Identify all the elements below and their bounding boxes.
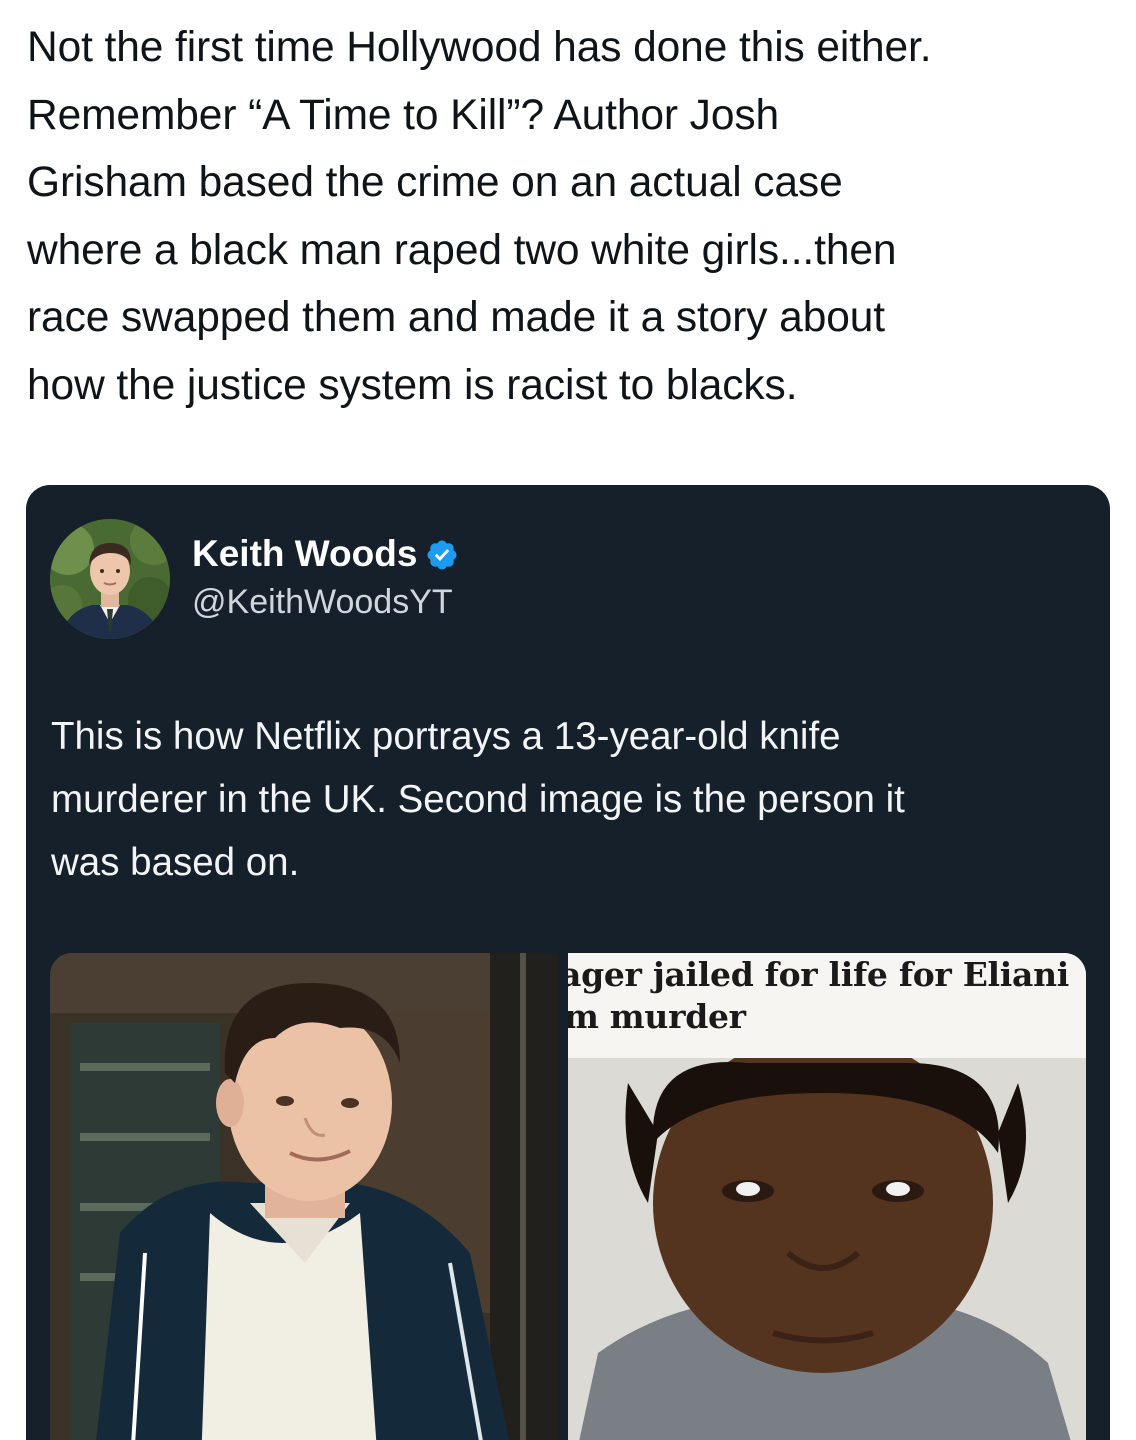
author-name[interactable]: Keith Woods [192, 533, 417, 575]
screenshot-page: Not the first time Hollywood has done th… [0, 0, 1136, 1440]
quoted-text-line: This is how Netflix portrays a 13-year-o… [51, 715, 841, 758]
author-handle[interactable]: @KeithWoodsYT [192, 583, 453, 622]
author-avatar[interactable] [50, 519, 170, 639]
media-image-netflix-still[interactable] [50, 953, 558, 1440]
quoted-tweet-card[interactable]: Keith Woods @KeithWoodsYT This is how Ne… [26, 485, 1110, 1440]
post-text-line: Not the first time Hollywood has done th… [27, 24, 932, 71]
news-headline-strip: ager jailed for life for Eliani m murder [568, 953, 1086, 1058]
author-name-row[interactable]: Keith Woods [192, 529, 459, 579]
post-text-line: Remember “A Time to Kill”? Author Josh [27, 91, 780, 139]
verified-badge-icon [427, 540, 457, 570]
netflix-still-photo [50, 953, 558, 1440]
media-image-news-article[interactable]: ager jailed for life for Eliani m murder [568, 953, 1086, 1440]
quoted-text-line: was based on. [51, 841, 300, 884]
post-text-line: how the justice system is racist to blac… [27, 361, 798, 409]
post-text-line: Grisham based the crime on an actual cas… [27, 159, 843, 206]
post-text-line: race swapped them and made it a story ab… [27, 294, 886, 341]
quoted-tweet-text: This is how Netflix portrays a 13-year-o… [51, 705, 1091, 894]
quoted-text-line: murderer in the UK. Second image is the … [51, 778, 905, 821]
news-headline-line: ager jailed for life for Eliani [568, 955, 1070, 994]
avatar-photo [50, 519, 170, 639]
post-text-line: where a black man raped two white girls.… [27, 226, 897, 274]
post-text: Not the first time Hollywood has done th… [27, 14, 1117, 419]
news-headline-line: m murder [568, 997, 746, 1036]
